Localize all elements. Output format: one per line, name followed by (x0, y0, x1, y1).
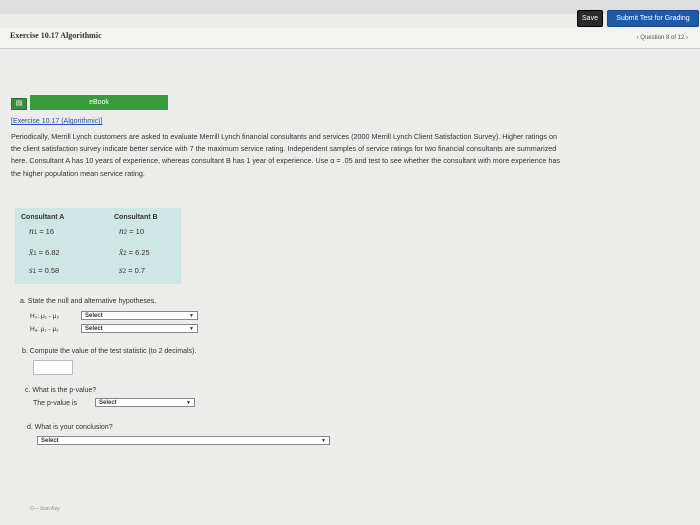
p-value-label: The p-value is (33, 400, 77, 407)
question-c-label: c. What is the p-value? (25, 387, 97, 394)
null-hypothesis-label: H₀: μ₁ - μ₂ (30, 313, 59, 320)
book-icon[interactable]: ▤ (11, 98, 27, 110)
sample-mean-b: x̄2 = 6.25 (119, 248, 150, 258)
ebook-button[interactable]: eBook (30, 95, 168, 110)
save-button[interactable]: Save (577, 10, 603, 27)
sample-size-b: n2 = 10 (119, 227, 144, 237)
consultant-data-table: Consultant A Consultant B n1 = 16 n2 = 1… (15, 208, 181, 284)
question-navigation[interactable]: ‹ Question 8 of 12 › (637, 35, 688, 41)
chevron-down-icon: ▼ (189, 326, 194, 332)
problem-statement: Periodically, Merrill Lynch customers ar… (11, 131, 700, 180)
chevron-down-icon: ▼ (189, 313, 194, 319)
conclusion-select[interactable]: Select ▼ (37, 436, 330, 445)
test-statistic-input[interactable] (33, 360, 73, 375)
question-d-label: d. What is your conclusion? (27, 424, 113, 431)
problem-line: Periodically, Merrill Lynch customers ar… (11, 132, 557, 141)
icon-key-link[interactable]: O— Icon Key (30, 506, 60, 512)
alternative-hypothesis-label: Hₐ: μ₁ - μ₂ (30, 326, 59, 333)
problem-line: the client satisfaction survey indicate … (11, 144, 557, 154)
sample-size-a: n1 = 16 (29, 227, 54, 237)
exercise-link[interactable]: [Exercise 10.17 (Algorithmic)] (11, 118, 102, 125)
column-header-consultant-a: Consultant A (21, 214, 65, 221)
p-value-select[interactable]: Select ▼ (95, 398, 195, 407)
column-header-consultant-b: Consultant B (114, 214, 158, 221)
page-title: Exercise 10.17 Algorithmic (10, 31, 102, 40)
alternative-hypothesis-select[interactable]: Select ▼ (81, 324, 198, 333)
sample-sd-b: s2 = 0.7 (119, 266, 146, 276)
chevron-down-icon: ▼ (321, 438, 326, 444)
submit-test-button[interactable]: Submit Test for Grading (607, 10, 699, 27)
sample-sd-a: s1 = 0.58 (29, 266, 60, 276)
header-bar (0, 28, 700, 49)
problem-line: here. Consultant A has 10 years of exper… (11, 156, 560, 166)
sample-mean-a: x̄1 = 6.82 (29, 248, 60, 258)
problem-line: the higher population mean service ratin… (11, 168, 145, 178)
null-hypothesis-select[interactable]: Select ▼ (81, 311, 198, 320)
question-b-label: b. Compute the value of the test statist… (22, 348, 197, 355)
question-a-label: a. State the null and alternative hypoth… (20, 298, 157, 305)
chevron-down-icon: ▼ (186, 400, 191, 406)
